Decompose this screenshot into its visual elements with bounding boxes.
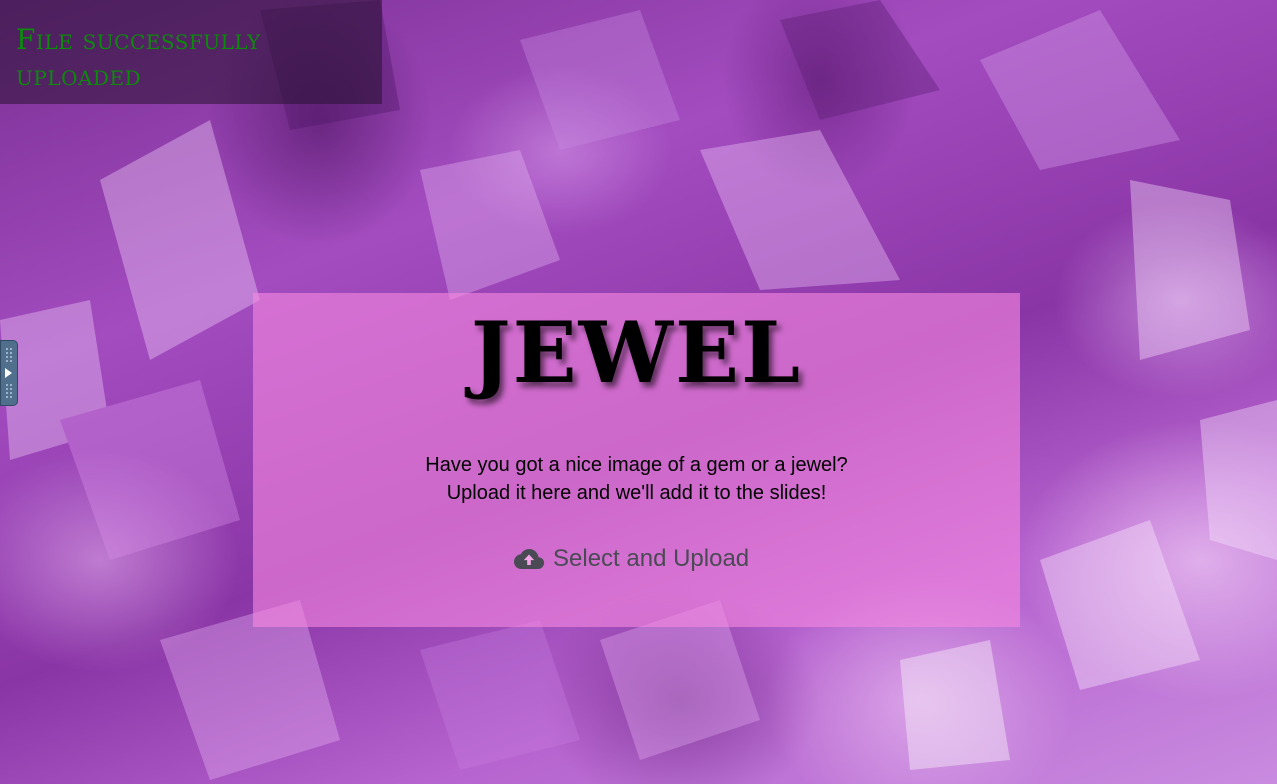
description-line-1: Have you got a nice image of a gem or a …	[425, 454, 848, 476]
select-and-upload-button[interactable]: Select and Upload	[513, 545, 749, 573]
page-title: JEWEL	[470, 303, 803, 402]
notification-message: File successfully uploaded	[16, 23, 261, 92]
upload-button-label: Select and Upload	[553, 545, 750, 572]
upload-success-notification: File successfully uploaded	[0, 0, 382, 104]
upload-description: Have you got a nice image of a gem or a …	[253, 451, 1020, 507]
side-panel-toggle[interactable]	[0, 340, 18, 406]
grip-dots-icon	[5, 347, 14, 363]
upload-card: JEWEL Have you got a nice image of a gem…	[253, 293, 1020, 627]
play-arrow-icon	[5, 368, 12, 378]
grip-dots-icon	[5, 383, 14, 399]
description-line-2: Upload it here and we'll add it to the s…	[446, 482, 827, 504]
cloud-upload-icon	[514, 549, 545, 569]
